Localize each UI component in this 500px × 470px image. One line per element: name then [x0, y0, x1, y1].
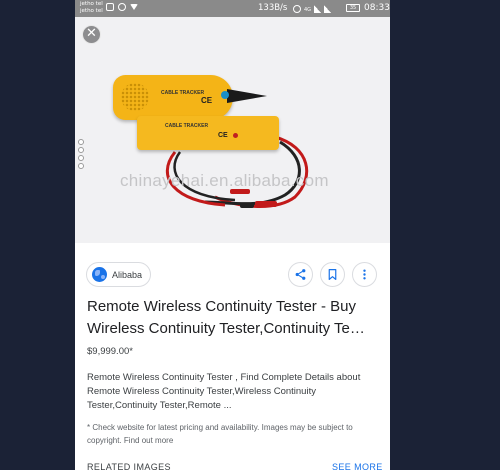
- more-options-button[interactable]: [352, 262, 377, 287]
- page-dot: [78, 147, 84, 153]
- page-dot: [78, 155, 84, 161]
- carrier-line-2: jetho tel: [80, 8, 103, 14]
- transmitter-label: CABLE TRACKER: [165, 123, 209, 129]
- product-price: $9,999.00*: [87, 346, 133, 357]
- page-dot: [78, 163, 84, 169]
- transmitter-unit: [137, 116, 279, 150]
- download-icon: [130, 4, 138, 10]
- vpn-icon: [118, 3, 126, 11]
- carrier-line-1: jetho tel: [80, 1, 103, 7]
- gallery-icon: [106, 3, 114, 11]
- notification-icons: [106, 3, 138, 11]
- signal-icon-2: [324, 5, 332, 13]
- transmitter-led: [233, 133, 238, 138]
- battery-icon: 35: [346, 4, 360, 12]
- speaker-grille: [121, 83, 149, 111]
- source-chip[interactable]: Alibaba: [86, 262, 151, 287]
- product-image[interactable]: CABLE TRACKER CE CABLE TRACKER CE chinay…: [75, 17, 390, 243]
- product-description: Remote Wireless Continuity Tester , Find…: [87, 372, 361, 411]
- receiver-tip: [227, 89, 267, 103]
- carrier-info: jetho tel jetho tel: [80, 1, 103, 15]
- save-button[interactable]: [320, 262, 345, 287]
- source-label: Alibaba: [112, 269, 143, 280]
- receiver-label: CABLE TRACKER: [161, 90, 205, 96]
- alarm-icon: [293, 5, 301, 13]
- related-images-heading: RELATED IMAGES: [87, 462, 171, 470]
- transmitter-ce-mark: CE: [218, 132, 228, 139]
- more-vert-icon: [363, 269, 366, 280]
- page-dot: [78, 139, 84, 145]
- image-pagination: [78, 139, 84, 169]
- signal-icon: [314, 5, 322, 13]
- share-button[interactable]: [288, 262, 313, 287]
- network-badge: 4G: [304, 7, 312, 13]
- product-title-link[interactable]: Remote Wireless Continuity Tester - Buy …: [87, 296, 382, 340]
- close-icon: ✕: [86, 26, 97, 41]
- share-icon: [295, 269, 306, 280]
- net-speed: 133B/s: [258, 3, 288, 13]
- bookmark-icon: [328, 269, 337, 280]
- clock: 08:33: [364, 3, 390, 13]
- receiver-ce-mark: CE: [201, 96, 213, 105]
- status-bar: jetho tel jetho tel 133B/s 4G 35 08:33: [75, 0, 390, 17]
- globe-icon: [92, 267, 107, 282]
- receiver-button: [221, 91, 229, 99]
- see-more-link[interactable]: SEE MORE: [332, 462, 383, 470]
- close-button[interactable]: ✕: [82, 25, 101, 44]
- system-icons: 4G: [293, 3, 332, 13]
- watermark: chinayehai.en.alibaba.com: [120, 171, 329, 190]
- pricing-disclaimer: * Check website for latest pricing and a…: [87, 423, 353, 445]
- phone-screen: jetho tel jetho tel 133B/s 4G 35 08:33 C…: [75, 0, 390, 470]
